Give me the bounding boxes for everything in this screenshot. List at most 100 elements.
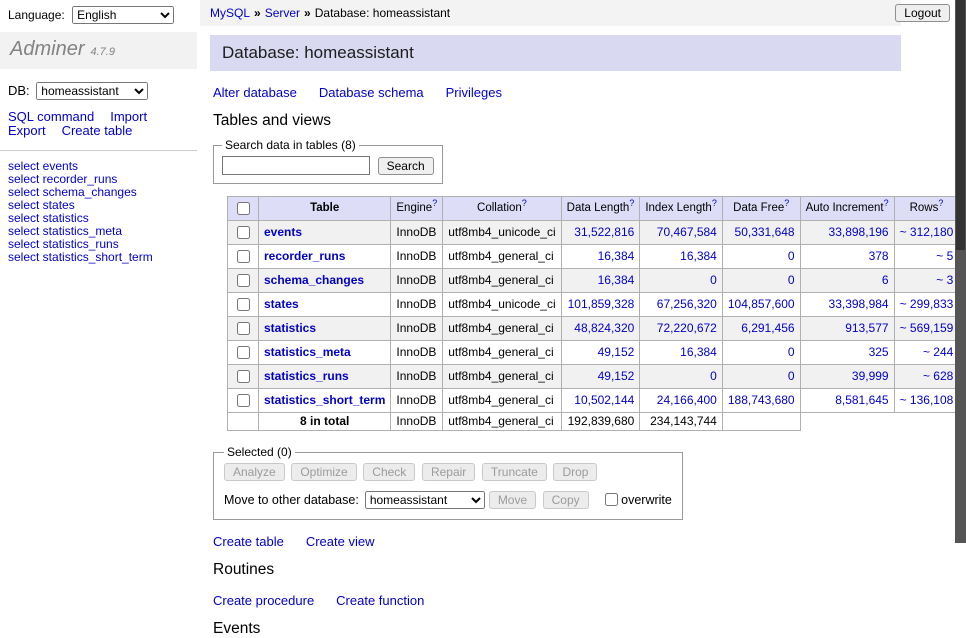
- rows-count-link[interactable]: ~ 299,833: [900, 297, 954, 311]
- column-help-link[interactable]: ?: [629, 198, 634, 208]
- column-help-link[interactable]: ?: [784, 198, 789, 208]
- repair-button[interactable]: Repair: [422, 463, 475, 481]
- row-select-checkbox[interactable]: [237, 370, 250, 383]
- sidebar-link-select-events[interactable]: select events: [8, 159, 78, 173]
- row-select-checkbox[interactable]: [237, 298, 250, 311]
- column-help-link[interactable]: ?: [938, 198, 943, 208]
- index-length-link[interactable]: 72,220,672: [657, 321, 717, 335]
- create-view-link[interactable]: Create view: [306, 534, 375, 549]
- data-length-link[interactable]: 48,824,320: [574, 321, 634, 335]
- index-length-link[interactable]: 16,384: [680, 249, 717, 263]
- sidebar-link-select-statistics-short-term[interactable]: select statistics_short_term: [8, 250, 153, 264]
- sidebar-link-select-recorder-runs[interactable]: select recorder_runs: [8, 172, 117, 186]
- column-help-link[interactable]: ?: [712, 198, 717, 208]
- index-length-link[interactable]: 0: [710, 273, 717, 287]
- rows-count-link[interactable]: ~ 628: [923, 369, 953, 383]
- index-length-link[interactable]: 16,384: [680, 345, 717, 359]
- data-length-link[interactable]: 101,859,328: [568, 297, 635, 311]
- export-link[interactable]: Export: [8, 123, 46, 138]
- table-name-link[interactable]: statistics: [264, 321, 316, 335]
- scrollbar-thumb[interactable]: [956, 0, 965, 250]
- table-search-input[interactable]: [222, 156, 370, 175]
- rows-count-link[interactable]: ~ 244: [923, 345, 953, 359]
- sidebar-link-select-statistics[interactable]: select statistics: [8, 211, 89, 225]
- rows-count-link[interactable]: ~ 136,108: [900, 393, 954, 407]
- create-procedure-link[interactable]: Create procedure: [213, 593, 314, 608]
- column-help-link[interactable]: ?: [432, 198, 437, 208]
- sidebar-link-select-statistics-meta[interactable]: select statistics_meta: [8, 224, 122, 238]
- table-name-link[interactable]: statistics_short_term: [264, 393, 385, 407]
- sidebar-link-select-schema-changes[interactable]: select schema_changes: [8, 185, 137, 199]
- data-length-link[interactable]: 49,152: [598, 369, 635, 383]
- row-select-checkbox[interactable]: [237, 346, 250, 359]
- create-function-link[interactable]: Create function: [336, 593, 424, 608]
- search-button[interactable]: Search: [378, 157, 434, 175]
- auto-increment-link[interactable]: 378: [869, 249, 889, 263]
- table-name-link[interactable]: schema_changes: [264, 273, 364, 287]
- import-link[interactable]: Import: [110, 109, 147, 124]
- overwrite-option[interactable]: overwrite: [601, 493, 672, 507]
- auto-increment-link[interactable]: 325: [869, 345, 889, 359]
- data-free-link[interactable]: 0: [788, 345, 795, 359]
- auto-increment-link[interactable]: 39,999: [852, 369, 889, 383]
- column-help-link[interactable]: ?: [522, 198, 527, 208]
- data-free-link[interactable]: 6,291,456: [741, 321, 794, 335]
- data-length-link[interactable]: 10,502,144: [574, 393, 634, 407]
- table-name-link[interactable]: recorder_runs: [264, 249, 345, 263]
- sidebar-link-select-statistics-runs[interactable]: select statistics_runs: [8, 237, 119, 251]
- table-name-link[interactable]: events: [264, 225, 302, 239]
- rows-count-link[interactable]: ~ 3: [936, 273, 953, 287]
- table-name-link[interactable]: statistics_meta: [264, 345, 351, 359]
- data-length-link[interactable]: 16,384: [598, 273, 635, 287]
- row-select-checkbox[interactable]: [237, 226, 250, 239]
- copy-button[interactable]: Copy: [543, 491, 589, 509]
- alter-database-link[interactable]: Alter database: [213, 85, 297, 100]
- optimize-button[interactable]: Optimize: [291, 463, 356, 481]
- rows-count-link[interactable]: ~ 312,180: [900, 225, 954, 239]
- select-all-checkbox[interactable]: [237, 202, 250, 215]
- create-table-link[interactable]: Create table: [213, 534, 284, 549]
- sidebar-create-table-link[interactable]: Create table: [62, 123, 133, 138]
- index-length-link[interactable]: 70,467,584: [657, 225, 717, 239]
- rows-count-link[interactable]: ~ 5: [936, 249, 953, 263]
- table-name-link[interactable]: states: [264, 297, 299, 311]
- data-free-link[interactable]: 0: [788, 249, 795, 263]
- index-length-link[interactable]: 24,166,400: [657, 393, 717, 407]
- move-button[interactable]: Move: [489, 491, 536, 509]
- data-length-link[interactable]: 31,522,816: [574, 225, 634, 239]
- overwrite-checkbox[interactable]: [605, 493, 618, 506]
- truncate-button[interactable]: Truncate: [482, 463, 547, 481]
- row-select-checkbox[interactable]: [237, 250, 250, 263]
- index-length-link[interactable]: 67,256,320: [657, 297, 717, 311]
- sql-command-link[interactable]: SQL command: [8, 109, 94, 124]
- auto-increment-link[interactable]: 8,581,645: [835, 393, 888, 407]
- sidebar-link-select-states[interactable]: select states: [8, 198, 75, 212]
- language-select[interactable]: English: [72, 6, 174, 24]
- breadcrumb-mysql-link[interactable]: MySQL: [210, 6, 250, 20]
- auto-increment-link[interactable]: 33,398,984: [829, 297, 889, 311]
- data-free-link[interactable]: 188,743,680: [728, 393, 795, 407]
- row-select-checkbox[interactable]: [237, 394, 250, 407]
- check-button[interactable]: Check: [363, 463, 415, 481]
- analyze-button[interactable]: Analyze: [224, 463, 285, 481]
- data-length-link[interactable]: 49,152: [598, 345, 635, 359]
- logout-button[interactable]: Logout: [895, 4, 950, 22]
- data-length-link[interactable]: 16,384: [598, 249, 635, 263]
- index-length-link[interactable]: 0: [710, 369, 717, 383]
- drop-button[interactable]: Drop: [553, 463, 597, 481]
- data-free-link[interactable]: 50,331,648: [735, 225, 795, 239]
- rows-count-link[interactable]: ~ 569,159: [900, 321, 954, 335]
- privileges-link[interactable]: Privileges: [446, 85, 502, 100]
- auto-increment-link[interactable]: 33,898,196: [829, 225, 889, 239]
- data-free-link[interactable]: 0: [788, 369, 795, 383]
- auto-increment-link[interactable]: 6: [882, 273, 889, 287]
- breadcrumb-server-link[interactable]: Server: [265, 6, 300, 20]
- db-select[interactable]: homeassistant: [36, 82, 148, 100]
- row-select-checkbox[interactable]: [237, 322, 250, 335]
- row-select-checkbox[interactable]: [237, 274, 250, 287]
- data-free-link[interactable]: 0: [788, 273, 795, 287]
- vertical-scrollbar[interactable]: [955, 0, 966, 543]
- data-free-link[interactable]: 104,857,600: [728, 297, 795, 311]
- move-database-select[interactable]: homeassistant: [365, 491, 485, 509]
- table-name-link[interactable]: statistics_runs: [264, 369, 349, 383]
